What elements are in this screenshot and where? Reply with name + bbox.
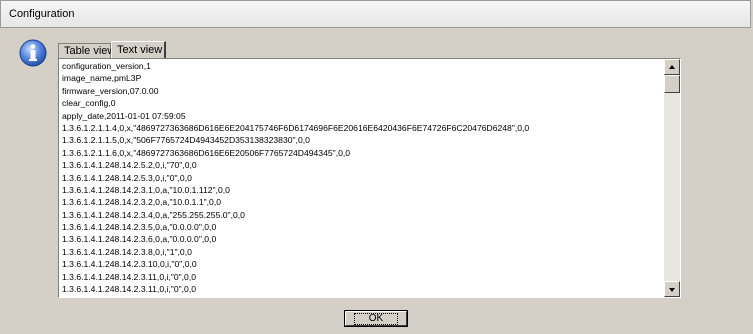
- config-text-line: 1.3.6.1.4.1.248.14.2.3.6,0,a,"0.0.0.0",0…: [62, 234, 217, 245]
- tab-text-view[interactable]: Text view: [111, 41, 166, 58]
- ok-button[interactable]: OK: [344, 310, 408, 327]
- config-text-line: 1.3.6.1.2.1.1.4,0,x,"4869727363686D616E6…: [62, 122, 530, 133]
- config-text-line: 1.3.6.1.2.1.1.6,0,x,"4869727363686D616E6…: [62, 147, 351, 158]
- config-text-line: 1.3.6.1.4.1.248.14.2.3.4,0,a,"255.255.25…: [62, 209, 245, 220]
- ok-button-label: OK: [353, 313, 399, 325]
- config-text-line: 1.3.6.1.4.1.248.14.2.5.3,0,i,"0",0,0: [62, 172, 192, 183]
- config-text-area[interactable]: configuration_version,1 image_name,pmL3P f…: [60, 60, 663, 296]
- window-title: Configuration: [9, 8, 75, 20]
- config-text-line: 1.3.6.1.2.1.1.5,0,x,"506F7765724D4943452…: [62, 135, 310, 146]
- scroll-down-button[interactable]: [664, 281, 680, 297]
- title-bar: Configuration: [0, 0, 751, 28]
- scroll-up-button[interactable]: [664, 59, 680, 75]
- arrow-up-icon: [669, 65, 675, 69]
- config-text-line: apply_date,2011-01-01 07:59:05: [62, 110, 186, 121]
- vertical-scrollbar[interactable]: [664, 59, 680, 297]
- config-text-line: 1.3.6.1.4.1.248.14.2.3.2,0,a,"10.0.1.1",…: [62, 197, 222, 208]
- text-view-panel: configuration_version,1 image_name,pmL3P f…: [58, 58, 681, 298]
- config-text-line: 1.3.6.1.4.1.248.14.2.3.11,0,i,"0",0,0: [62, 284, 196, 295]
- config-text-line: 1.3.6.1.4.1.248.14.2.3.11,0,i,"0",0,0: [62, 271, 196, 282]
- config-text-line: 1.3.6.1.4.1.248.14.2.3.5,0,a,"0.0.0.0",0…: [62, 222, 217, 233]
- config-text-line: 1.3.6.1.4.1.248.14.2.3.8,0,i,"1",0,0: [62, 246, 192, 257]
- config-text-line: 1.3.6.1.4.1.248.14.2.5.2,0,i,"70",0,0: [62, 160, 197, 171]
- config-text-line: firmware_version,07.0.00: [62, 85, 159, 96]
- scroll-thumb[interactable]: [664, 75, 680, 93]
- config-text-line: 1.3.6.1.4.1.248.14.2.3.10,0,i,"0",0,0: [62, 259, 197, 270]
- arrow-down-icon: [669, 288, 675, 292]
- info-icon: [19, 39, 47, 67]
- tab-table-view[interactable]: Table view: [58, 43, 115, 58]
- config-text-line: configuration_version,1: [62, 61, 151, 71]
- config-text-line: 1.3.6.1.4.1.248.14.2.3.1,0,a,"10.0.1.112…: [62, 184, 230, 195]
- config-text-line: clear_config,0: [62, 98, 116, 109]
- config-text-line: image_name,pmL3P: [62, 73, 142, 84]
